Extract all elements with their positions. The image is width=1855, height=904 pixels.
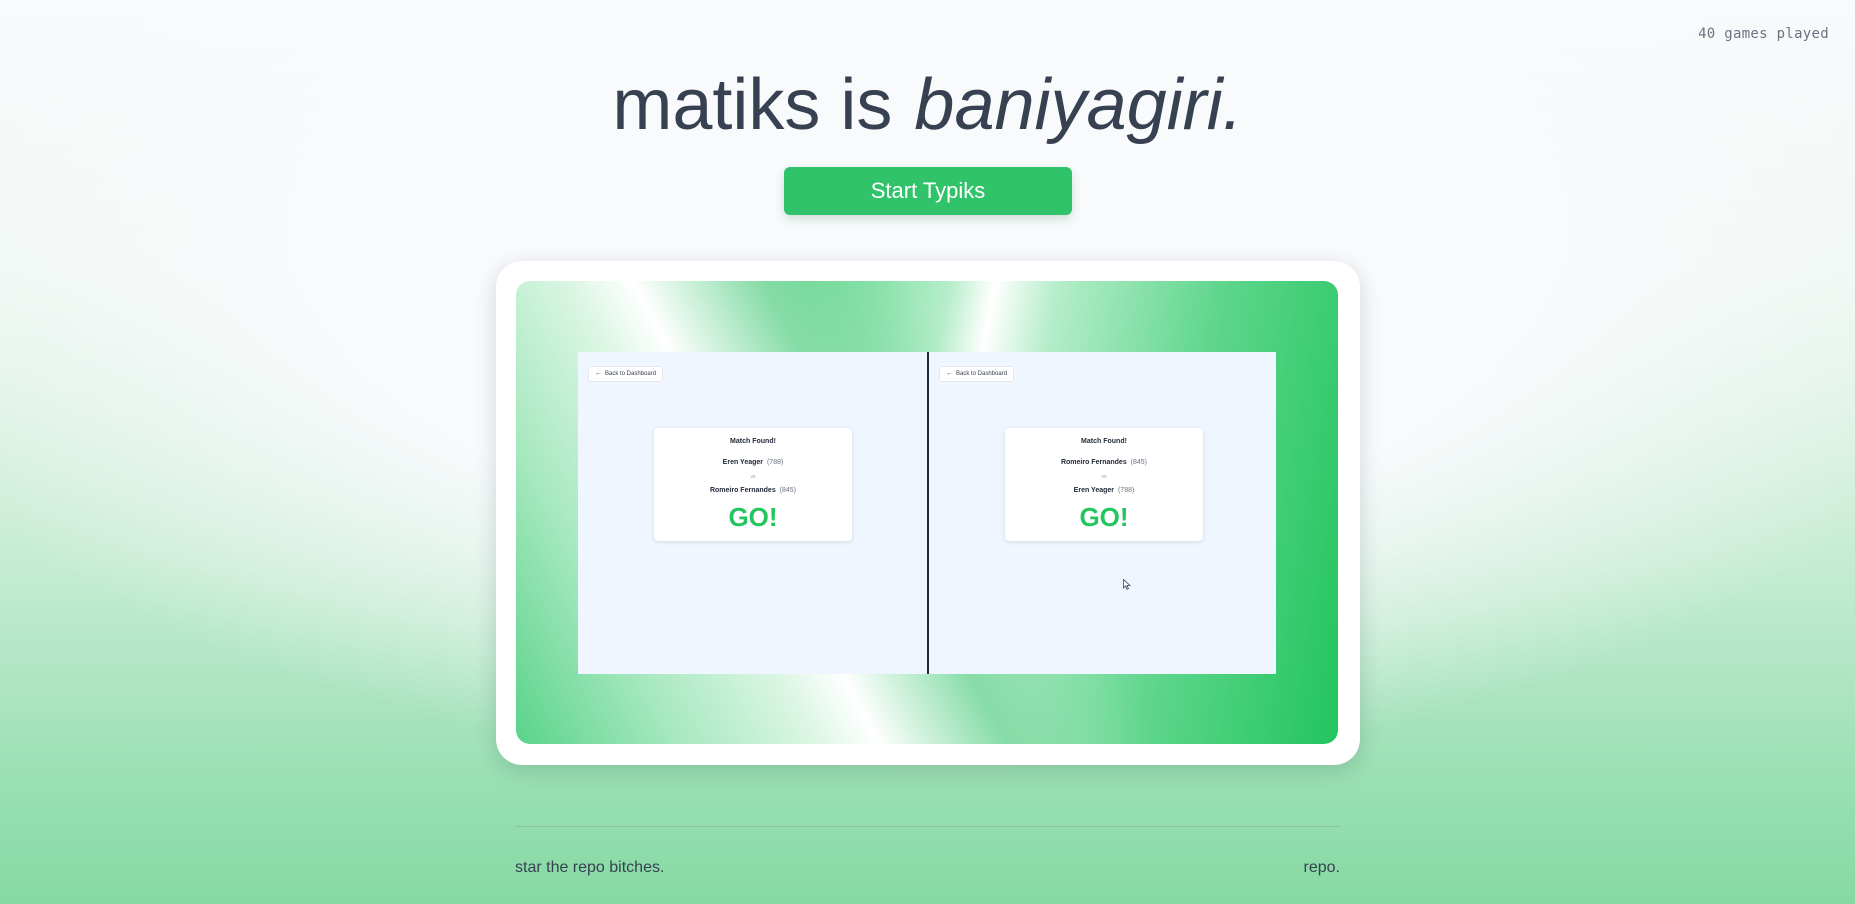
vs-label: vs: [1101, 474, 1107, 480]
arrow-left-icon: ←: [595, 370, 602, 377]
player-2: Eren Yeager (788): [1005, 487, 1203, 494]
go-label: GO!: [1079, 502, 1129, 532]
go-label: GO!: [728, 502, 778, 532]
player-1-name: Romeiro Fernandes: [1060, 459, 1127, 466]
match-found-card: Match Found! Romeiro Fernandes (845) vs …: [1005, 428, 1203, 590]
player-2-name: Eren Yeager: [1073, 487, 1115, 494]
player-1-rating: (845): [1130, 459, 1148, 466]
headline-emphasis: baniyagiri.: [914, 65, 1243, 145]
back-to-dashboard-button[interactable]: ← Back to Dashboard: [588, 366, 664, 382]
repo-link[interactable]: repo.: [1304, 859, 1340, 877]
headline-prefix: matiks is: [612, 65, 893, 145]
player-2-rating: (845): [779, 487, 797, 494]
mouse-cursor-icon: [1123, 579, 1131, 590]
demo-pane-right: ← Back to Dashboard Match Found! Romeiro …: [927, 352, 1276, 674]
player-1-name: Eren Yeager: [722, 459, 764, 466]
match-title: Match Found!: [1081, 438, 1127, 445]
footer-divider: [515, 826, 1340, 827]
match-title: Match Found!: [730, 438, 776, 445]
player-1-rating: (788): [766, 459, 784, 466]
hero-headline: matiks is baniyagiri.: [0, 60, 1855, 150]
games-played-counter: 40 games played: [1698, 26, 1829, 42]
demo-pane-left: ← Back to Dashboard Match Found! Eren Yea…: [578, 352, 927, 674]
player-2-name: Romeiro Fernandes: [709, 487, 776, 494]
back-label: Back to Dashboard: [956, 371, 1008, 377]
player-1: Romeiro Fernandes (845): [1005, 459, 1203, 466]
demo-gradient-frame: ← Back to Dashboard Match Found! Eren Yea…: [516, 281, 1338, 744]
player-2-rating: (788): [1117, 487, 1135, 494]
demo-card: ← Back to Dashboard Match Found! Eren Yea…: [496, 261, 1360, 765]
footer-tagline: star the repo bitches.: [515, 859, 665, 876]
vs-label: vs: [750, 474, 756, 480]
player-1: Eren Yeager (788): [654, 459, 852, 466]
arrow-left-icon: ←: [946, 370, 953, 377]
start-typiks-button[interactable]: Start Typiks: [784, 167, 1072, 215]
demo-screenshot: ← Back to Dashboard Match Found! Eren Yea…: [578, 352, 1276, 674]
match-found-card: Match Found! Eren Yeager (788) vs Romeir…: [654, 428, 852, 541]
back-label: Back to Dashboard: [605, 371, 657, 377]
player-2: Romeiro Fernandes (845): [654, 487, 852, 494]
back-to-dashboard-button[interactable]: ← Back to Dashboard: [939, 366, 1015, 382]
